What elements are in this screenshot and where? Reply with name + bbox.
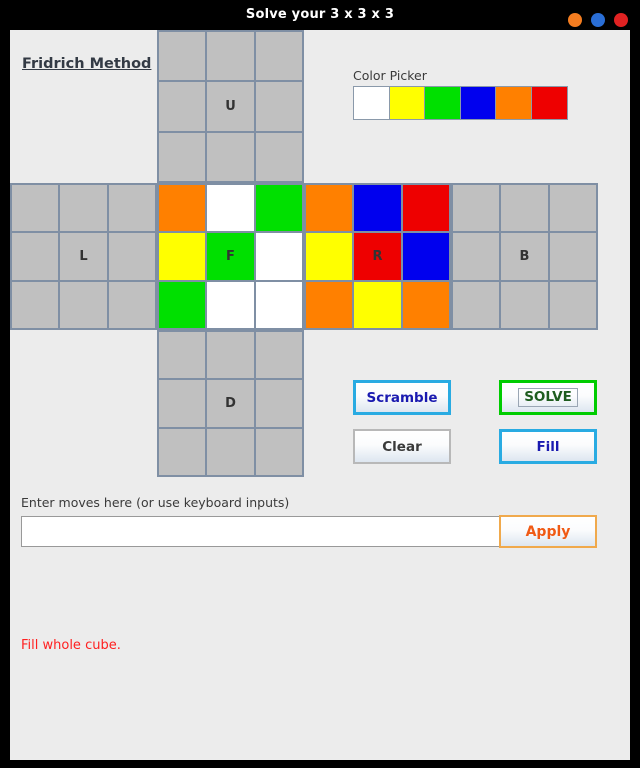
color-swatch-yellow[interactable] — [389, 87, 425, 119]
facelet-right-8[interactable] — [402, 281, 449, 328]
facelet-right-3[interactable] — [306, 233, 353, 280]
apply-button-label: Apply — [525, 523, 571, 540]
facelet-right-2[interactable] — [402, 185, 449, 232]
facelet-up-5[interactable] — [255, 82, 302, 131]
title-bar: Solve your 3 x 3 x 3 — [0, 0, 640, 30]
color-swatch-blue[interactable] — [460, 87, 496, 119]
facelet-down-5[interactable] — [255, 380, 302, 427]
facelet-left-0[interactable] — [12, 185, 59, 232]
facelet-down-2[interactable] — [255, 332, 302, 379]
facelet-front-0[interactable] — [159, 185, 206, 232]
facelet-down-4[interactable]: D — [207, 380, 254, 427]
fill-button[interactable]: Fill — [499, 429, 597, 464]
cube-face-left[interactable]: L — [10, 183, 157, 330]
apply-button[interactable]: Apply — [499, 515, 597, 548]
facelet-up-6[interactable] — [159, 132, 206, 181]
facelet-front-7[interactable] — [207, 281, 254, 328]
face-center-label-back: B — [519, 248, 530, 264]
facelet-front-3[interactable] — [159, 233, 206, 280]
facelet-left-4[interactable]: L — [60, 233, 107, 280]
facelet-up-2[interactable] — [255, 32, 302, 81]
facelet-back-8[interactable] — [549, 281, 596, 328]
facelet-back-7[interactable] — [501, 281, 548, 328]
clear-button[interactable]: Clear — [353, 429, 451, 464]
facelet-left-1[interactable] — [60, 185, 107, 232]
solve-button-label: SOLVE — [518, 388, 578, 407]
facelet-right-7[interactable] — [354, 281, 401, 328]
facelet-front-5[interactable] — [255, 233, 302, 280]
facelet-back-5[interactable] — [549, 233, 596, 280]
facelet-down-7[interactable] — [207, 428, 254, 475]
facelet-back-0[interactable] — [453, 185, 500, 232]
color-swatch-white[interactable] — [354, 87, 390, 119]
facelet-up-3[interactable] — [159, 82, 206, 131]
facelet-front-6[interactable] — [159, 281, 206, 328]
cube-face-up[interactable]: U — [157, 30, 304, 183]
facelet-down-1[interactable] — [207, 332, 254, 379]
facelet-back-4[interactable]: B — [501, 233, 548, 280]
face-center-label-down: D — [225, 395, 236, 411]
face-center-label-left: L — [79, 248, 88, 264]
facelet-back-6[interactable] — [453, 281, 500, 328]
facelet-down-6[interactable] — [159, 428, 206, 475]
color-swatch-orange[interactable] — [496, 87, 532, 119]
facelet-left-2[interactable] — [108, 185, 155, 232]
client-area: Fridrich Method Color Picker U L F R B D… — [10, 30, 630, 760]
fill-button-label: Fill — [536, 438, 560, 455]
facelet-right-1[interactable] — [354, 185, 401, 232]
color-picker-label: Color Picker — [353, 68, 427, 83]
facelet-back-2[interactable] — [549, 185, 596, 232]
facelet-left-3[interactable] — [12, 233, 59, 280]
facelet-left-7[interactable] — [60, 281, 107, 328]
facelet-down-3[interactable] — [159, 380, 206, 427]
minimize-button[interactable] — [568, 13, 582, 27]
face-center-label-up: U — [225, 98, 236, 114]
facelet-back-1[interactable] — [501, 185, 548, 232]
cube-face-down[interactable]: D — [157, 330, 304, 477]
facelet-front-1[interactable] — [207, 185, 254, 232]
facelet-back-3[interactable] — [453, 233, 500, 280]
facelet-up-1[interactable] — [207, 32, 254, 81]
face-center-label-right: R — [372, 248, 383, 264]
moves-input-label: Enter moves here (or use keyboard inputs… — [21, 495, 290, 510]
facelet-left-8[interactable] — [108, 281, 155, 328]
facelet-down-8[interactable] — [255, 428, 302, 475]
cube-face-back[interactable]: B — [451, 183, 598, 330]
facelet-front-4[interactable]: F — [207, 233, 254, 280]
facelet-right-6[interactable] — [306, 281, 353, 328]
moves-input[interactable] — [21, 516, 501, 547]
facelet-front-8[interactable] — [255, 281, 302, 328]
facelet-down-0[interactable] — [159, 332, 206, 379]
solve-button[interactable]: SOLVE — [499, 380, 597, 415]
scramble-button[interactable]: Scramble — [353, 380, 451, 415]
cube-face-front[interactable]: F — [157, 183, 304, 330]
close-button[interactable] — [614, 13, 628, 27]
color-swatch-green[interactable] — [425, 87, 461, 119]
facelet-up-0[interactable] — [159, 32, 206, 81]
facelet-up-7[interactable] — [207, 132, 254, 181]
fridrich-method-link[interactable]: Fridrich Method — [22, 56, 151, 72]
facelet-right-5[interactable] — [402, 233, 449, 280]
facelet-up-8[interactable] — [255, 132, 302, 181]
scramble-button-label: Scramble — [366, 389, 438, 406]
app-window: Solve your 3 x 3 x 3 Fridrich Method Col… — [0, 0, 640, 768]
facelet-left-5[interactable] — [108, 233, 155, 280]
facelet-up-4[interactable]: U — [207, 82, 254, 131]
window-title: Solve your 3 x 3 x 3 — [245, 7, 395, 22]
facelet-front-2[interactable] — [255, 185, 302, 232]
cube-face-right[interactable]: R — [304, 183, 451, 330]
facelet-left-6[interactable] — [12, 281, 59, 328]
facelet-right-4[interactable]: R — [354, 233, 401, 280]
clear-button-label: Clear — [382, 438, 422, 455]
status-message: Fill whole cube. — [21, 638, 121, 653]
color-swatch-red[interactable] — [531, 87, 567, 119]
maximize-button[interactable] — [591, 13, 605, 27]
facelet-right-0[interactable] — [306, 185, 353, 232]
face-center-label-front: F — [226, 248, 235, 264]
color-picker[interactable] — [353, 86, 568, 120]
